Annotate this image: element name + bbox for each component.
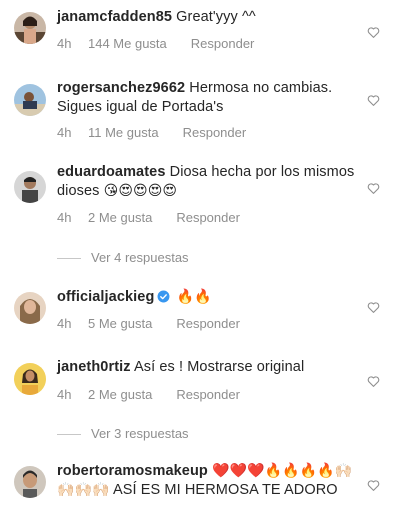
comment-item: rogersanchez9662 Hermosa no cambias. Sig… (0, 76, 400, 156)
verified-badge-icon (157, 290, 170, 303)
view-replies-label[interactable]: Ver 3 respuestas (91, 426, 189, 441)
comment-time: 4h (57, 387, 72, 402)
comment-emoji: 😘😍😍😍😍 (103, 183, 178, 199)
comment-body: janeth0rtiz Así es ! Mostrarse original … (57, 358, 360, 402)
heart-icon[interactable] (367, 94, 380, 107)
reply-button[interactable]: Responder (176, 316, 240, 331)
comment-meta: 4h 144 Me gusta Responder (57, 36, 360, 51)
comment-item: janamcfadden85 Great'yyy ^^ 4h 144 Me gus… (0, 6, 400, 76)
comment-item: eduardoamates Diosa hecha por los mismos… (0, 163, 400, 273)
comment-username[interactable]: janamcfadden85 (57, 9, 172, 25)
comment-meta: 4h 5 Me gusta Responder (57, 316, 360, 331)
avatar[interactable] (14, 292, 46, 324)
comment-time: 4h (57, 125, 72, 140)
comment-time: 4h (57, 316, 72, 331)
comment-likes[interactable]: 5 Me gusta (88, 316, 152, 331)
comment-text: officialjackieg 🔥🔥 (57, 288, 360, 307)
comment-likes[interactable]: 2 Me gusta (88, 210, 152, 225)
comment-body: officialjackieg 🔥🔥 4h 5 Me gusta Responder (57, 288, 360, 331)
view-replies[interactable]: Ver 4 respuestas (57, 250, 189, 265)
comment-username[interactable]: janeth0rtiz (57, 359, 131, 375)
comment-username[interactable]: rogersanchez9662 (57, 80, 185, 96)
comment-body: eduardoamates Diosa hecha por los mismos… (57, 163, 360, 225)
avatar-image (14, 292, 46, 324)
comment-content: Así es ! Mostrarse original (133, 359, 305, 375)
comment-text: janamcfadden85 Great'yyy ^^ (57, 8, 360, 27)
avatar[interactable] (14, 12, 46, 44)
comment-time: 4h (57, 210, 72, 225)
comment-username[interactable]: officialjackieg (57, 289, 154, 305)
comment-body: robertoramosmakeup ❤️❤️❤️🔥🔥🔥🔥🙌🏻🙌🏻🙌🏻🙌🏻 AS… (57, 462, 360, 500)
avatar[interactable] (14, 363, 46, 395)
reply-button[interactable]: Responder (176, 387, 240, 402)
comment-body: janamcfadden85 Great'yyy ^^ 4h 144 Me gus… (57, 8, 360, 51)
avatar[interactable] (14, 84, 46, 116)
comment-username[interactable]: eduardoamates (57, 164, 165, 180)
comment-text: janeth0rtiz Así es ! Mostrarse original (57, 358, 360, 377)
avatar[interactable] (14, 466, 46, 498)
comment-time: 4h (57, 36, 72, 51)
comment-item: robertoramosmakeup ❤️❤️❤️🔥🔥🔥🔥🙌🏻🙌🏻🙌🏻🙌🏻 AS… (0, 460, 400, 521)
comment-username[interactable]: robertoramosmakeup (57, 463, 208, 479)
heart-icon[interactable] (367, 479, 380, 492)
comment-content: Great'yyy ^^ (176, 9, 256, 25)
comment-body: rogersanchez9662 Hermosa no cambias. Sig… (57, 79, 360, 140)
comment-item: janeth0rtiz Así es ! Mostrarse original … (0, 355, 400, 445)
replies-divider (57, 434, 81, 436)
comment-content: ASÍ ES MI HERMOSA TE ADORO (112, 482, 338, 498)
view-replies[interactable]: Ver 3 respuestas (57, 426, 189, 441)
reply-button[interactable]: Responder (176, 210, 240, 225)
replies-divider (57, 258, 81, 260)
comment-likes[interactable]: 2 Me gusta (88, 387, 152, 402)
avatar-image (14, 84, 46, 116)
comment-item: officialjackieg 🔥🔥 4h 5 Me gusta Responder (0, 286, 400, 346)
comment-likes[interactable]: 144 Me gusta (88, 36, 167, 51)
reply-button[interactable]: Responder (183, 125, 247, 140)
avatar[interactable] (14, 171, 46, 203)
comment-text: robertoramosmakeup ❤️❤️❤️🔥🔥🔥🔥🙌🏻🙌🏻🙌🏻🙌🏻 AS… (57, 462, 360, 500)
heart-icon[interactable] (367, 375, 380, 388)
heart-icon[interactable] (367, 182, 380, 195)
avatar-image (14, 363, 46, 395)
comment-text: eduardoamates Diosa hecha por los mismos… (57, 163, 360, 201)
heart-icon[interactable] (367, 26, 380, 39)
comment-meta: 4h 2 Me gusta Responder (57, 387, 360, 402)
avatar-image (14, 12, 46, 44)
reply-button[interactable]: Responder (191, 36, 255, 51)
comment-emoji: 🔥🔥 (176, 289, 212, 305)
comment-text: rogersanchez9662 Hermosa no cambias. Sig… (57, 79, 360, 117)
comment-meta: 4h 2 Me gusta Responder (57, 210, 360, 225)
avatar-image (14, 171, 46, 203)
comment-likes[interactable]: 11 Me gusta (88, 125, 159, 140)
view-replies-label[interactable]: Ver 4 respuestas (91, 250, 189, 265)
avatar-image (14, 466, 46, 498)
heart-icon[interactable] (367, 301, 380, 314)
comment-meta: 4h 11 Me gusta Responder (57, 125, 360, 140)
